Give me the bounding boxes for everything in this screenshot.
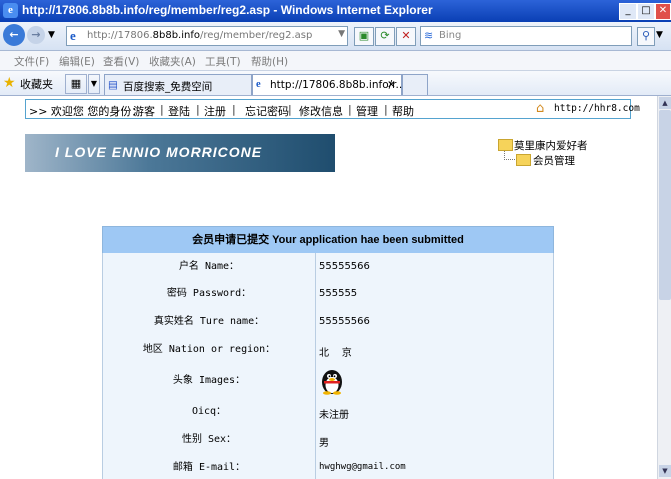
address-dropdown-icon[interactable]: ▼ (338, 29, 345, 39)
refresh-icon[interactable]: ⟳ (375, 27, 395, 46)
quick-tabs-icon[interactable]: ▦ (65, 74, 87, 94)
address-input[interactable]: e http://17806.8b8b.info/reg/member/reg2… (66, 26, 348, 46)
nav-guest: 游客 (133, 105, 155, 118)
menu-help[interactable]: 帮助(H) (251, 54, 288, 69)
bing-logo-icon: ≋ (424, 29, 434, 42)
row-label: 密码 Password： (103, 280, 316, 308)
row-value: 55555566 (319, 316, 370, 327)
nav-register[interactable]: 注册 (204, 103, 226, 119)
row-label: 性别 Sex： (103, 426, 316, 454)
qq-penguin-avatar-icon (322, 370, 342, 395)
welcome-text: >> 欢迎您 您的身份： (29, 105, 143, 118)
row-label: 户名 Name： (103, 253, 316, 280)
row-label: 地区 Nation or region： (103, 336, 316, 364)
nav-edit-info[interactable]: 修改信息 (299, 103, 343, 119)
menu-view[interactable]: 查看(V) (103, 54, 139, 69)
menu-favorites[interactable]: 收藏夹(A) (149, 54, 196, 69)
row-label: 邮箱 E-mail： (103, 454, 316, 479)
favorites-label[interactable]: 收藏夹 (20, 76, 53, 92)
back-icon[interactable]: ← (3, 24, 25, 46)
tab-reg2[interactable]: e http://17806.8b8b.info/r... ✕ (252, 74, 406, 95)
table-row: Oicq： 未注册 (102, 398, 554, 427)
row-value: 北 京 (319, 348, 352, 359)
tree-root[interactable]: 莫里康内爱好者 (514, 138, 588, 153)
table-row: 邮箱 E-mail： hwghwg@gmail.com (102, 454, 554, 479)
table-row: 户名 Name： 55555566 (102, 253, 554, 281)
forward-icon[interactable]: → (27, 26, 45, 44)
row-value: 55555566 (319, 261, 370, 272)
row-value: 男 (319, 438, 329, 449)
page-content: >> 欢迎您 您的身份： 游客 | 登陆 | 注册 | 忘记密码 | 修改信息 … (0, 96, 657, 479)
nav-forgot-password[interactable]: 忘记密码 (245, 103, 289, 119)
site-banner: I LOVE ENNIO MORRICONE (25, 134, 335, 172)
folder-icon (516, 154, 531, 166)
site-link[interactable]: http://hhr8.com (554, 103, 640, 114)
menu-tools[interactable]: 工具(T) (205, 54, 241, 69)
home-icon: ⌂ (536, 101, 545, 116)
table-row: 真实姓名 Ture name： 55555566 (102, 308, 554, 337)
table-row: 密码 Password： 555555 (102, 280, 554, 309)
scroll-up-icon[interactable]: ▲ (659, 97, 671, 109)
table-row: 性别 Sex： 男 (102, 426, 554, 455)
row-label: Oicq： (103, 398, 316, 426)
close-button[interactable]: ✕ (655, 3, 671, 20)
form-header: 会员申请已提交 Your application hae been submit… (102, 226, 554, 254)
scroll-down-icon[interactable]: ▼ (659, 465, 671, 477)
menu-edit[interactable]: 编辑(E) (59, 54, 95, 69)
tree-child-member-admin[interactable]: 会员管理 (533, 153, 575, 168)
row-value: hwghwg@gmail.com (319, 462, 406, 472)
folder-open-icon (498, 139, 513, 151)
history-dropdown-icon[interactable]: ▼ (48, 30, 55, 40)
close-tab-icon[interactable]: ✕ (387, 79, 396, 91)
menu-file[interactable]: 文件(F) (14, 54, 49, 69)
tab-list-icon[interactable]: ▼ (88, 74, 100, 94)
ie-favicon-icon: e (256, 79, 261, 90)
compat-view-icon[interactable]: ▣ (354, 27, 374, 46)
nav-manage[interactable]: 管理 (356, 103, 378, 119)
row-label: 真实姓名 Ture name： (103, 308, 316, 336)
favorites-star-icon[interactable]: ★ (3, 75, 16, 91)
row-label: 头象 Images： (103, 364, 316, 398)
stop-icon[interactable]: ✕ (396, 27, 416, 46)
row-value: 未注册 (319, 410, 349, 421)
table-row: 头象 Images： (102, 364, 554, 399)
scroll-thumb[interactable] (659, 110, 671, 300)
vertical-scrollbar[interactable]: ▲ ▼ (657, 96, 671, 479)
window-title-bar: e http://17806.8b8b.info/reg/member/reg2… (0, 0, 671, 22)
banner-text: I LOVE ENNIO MORRICONE (55, 144, 263, 160)
favorites-bar: ★ 收藏夹 ▦ ▼ ▤ 百度搜索_免费空间 e http://17806.8b8… (0, 71, 671, 96)
maximize-button[interactable]: □ (637, 3, 655, 20)
search-input[interactable]: ≋ Bing (420, 26, 632, 46)
nav-help[interactable]: 帮助 (392, 103, 414, 119)
page-icon: e (70, 28, 76, 43)
minimize-button[interactable]: _ (619, 3, 637, 20)
search-icon[interactable]: ⚲ (637, 27, 655, 46)
baidu-favicon-icon: ▤ (108, 79, 118, 91)
table-row: 地区 Nation or region： 北 京 (102, 336, 554, 365)
tab-baidu[interactable]: ▤ 百度搜索_免费空间 (104, 74, 252, 95)
navigation-bar: ← → ▼ e http://17806.8b8b.info/reg/membe… (0, 22, 671, 51)
row-value: 555555 (319, 288, 358, 299)
search-options-icon[interactable]: ▼ (656, 30, 663, 40)
menu-bar: 文件(F) 编辑(E) 查看(V) 收藏夹(A) 工具(T) 帮助(H) (0, 51, 671, 71)
top-navigation: >> 欢迎您 您的身份： 游客 | 登陆 | 注册 | 忘记密码 | 修改信息 … (25, 99, 640, 119)
nav-login[interactable]: 登陆 (168, 103, 190, 119)
window-title: http://17806.8b8b.info/reg/member/reg2.a… (22, 3, 433, 17)
new-tab-button[interactable] (402, 74, 428, 95)
ie-app-icon: e (3, 3, 18, 18)
